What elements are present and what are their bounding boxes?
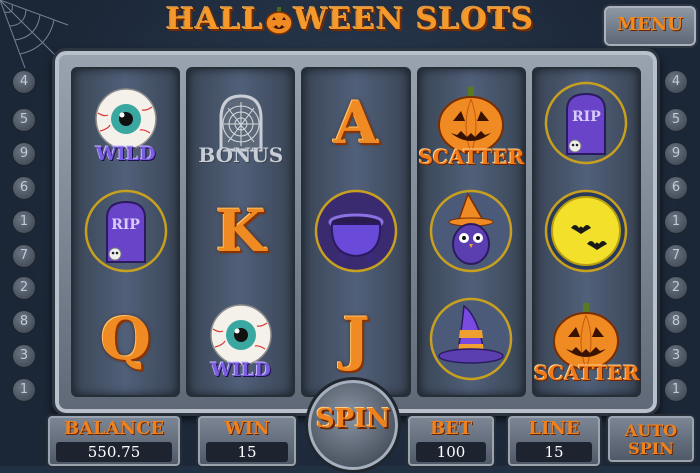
balance-value: 550.75 <box>56 442 172 462</box>
payline-number[interactable]: 5 <box>664 108 688 132</box>
spin-label: SPIN <box>315 404 391 434</box>
symbol-tombstone-rip: RIP <box>534 69 639 177</box>
payline-number[interactable]: 1 <box>12 210 36 234</box>
payline-number[interactable]: 5 <box>12 108 36 132</box>
payline-number[interactable]: 8 <box>664 310 688 334</box>
payline-number[interactable]: 6 <box>664 176 688 200</box>
title-part-2: WEEN SLOTS <box>293 2 534 37</box>
bonus-label: BONUS <box>198 143 284 167</box>
bet-label: BET <box>429 418 473 439</box>
reel-1: WILD RIP Q <box>71 67 181 397</box>
slot-machine-frame: WILD RIP Q BONUS K WILD A J SCATTER RIP … <box>52 48 660 416</box>
symbol-witch-owl <box>419 177 524 285</box>
symbol-moon-bats <box>534 177 639 285</box>
pumpkin-o-icon <box>265 7 293 35</box>
letter-q: Q <box>100 305 151 373</box>
win-label: WIN <box>224 418 270 439</box>
payline-number[interactable]: 9 <box>664 142 688 166</box>
symbol-tombstone-rip: RIP <box>73 177 178 285</box>
scatter-label: SCATTER <box>418 145 525 169</box>
symbol-pumpkin-scatter: SCATTER <box>533 285 640 393</box>
line-label: LINE <box>528 418 580 439</box>
win-value: 15 <box>206 442 288 462</box>
symbol-letter-a: A <box>303 69 408 177</box>
balance-label: BALANCE <box>63 418 165 439</box>
letter-j: J <box>342 305 370 373</box>
reel-4: SCATTER <box>416 67 526 397</box>
scatter-label: SCATTER <box>533 361 640 385</box>
auto-spin-button[interactable]: AUTO SPIN <box>606 414 696 464</box>
symbol-letter-k: K <box>188 177 293 285</box>
rip-label: RIP <box>572 109 601 125</box>
payline-number[interactable]: 3 <box>12 344 36 368</box>
reel-3: A J <box>301 67 411 397</box>
wild-label: WILD <box>210 359 271 381</box>
line-value: 15 <box>516 442 592 462</box>
symbol-pumpkin-scatter: SCATTER <box>419 69 524 177</box>
payline-number[interactable]: 1 <box>664 378 688 402</box>
reel-5: RIP SCATTER <box>531 67 642 397</box>
letter-a: A <box>333 89 379 157</box>
symbol-eyeball-wild: WILD <box>73 69 178 177</box>
auto-label-line-2: SPIN <box>628 439 674 458</box>
symbol-cobweb-bonus: BONUS <box>188 69 293 177</box>
letter-k: K <box>215 197 267 265</box>
payline-number[interactable]: 1 <box>12 378 36 402</box>
symbol-witch-hat <box>419 285 524 393</box>
game-title: HALL WEEN SLOTS <box>0 2 700 37</box>
wild-label: WILD <box>95 143 156 165</box>
balance-panel: BALANCE 550.75 <box>46 414 182 468</box>
payline-number[interactable]: 8 <box>12 310 36 334</box>
payline-number[interactable]: 9 <box>12 142 36 166</box>
payline-number[interactable]: 2 <box>12 276 36 300</box>
moon-bats-icon <box>545 189 628 273</box>
menu-button[interactable]: MENU <box>602 4 698 48</box>
payline-number[interactable]: 6 <box>12 176 36 200</box>
line-panel[interactable]: LINE 15 <box>506 414 602 468</box>
win-panel: WIN 15 <box>196 414 298 468</box>
reel-2: BONUS K WILD <box>186 67 296 397</box>
rip-label: RIP <box>111 217 140 233</box>
witch-hat-icon <box>429 297 513 381</box>
payline-number[interactable]: 7 <box>664 244 688 268</box>
bet-panel[interactable]: BET 100 <box>406 414 496 468</box>
payline-number[interactable]: 7 <box>12 244 36 268</box>
title-part-1: HALL <box>166 2 264 37</box>
payline-number[interactable]: 1 <box>664 210 688 234</box>
symbol-eyeball-wild: WILD <box>188 285 293 393</box>
witch-owl-icon <box>429 189 513 273</box>
symbol-cauldron <box>303 177 408 285</box>
cauldron-icon <box>314 189 398 273</box>
symbol-letter-q: Q <box>73 285 178 393</box>
payline-number[interactable]: 2 <box>664 276 688 300</box>
payline-number[interactable]: 4 <box>664 70 688 94</box>
reels: WILD RIP Q BONUS K WILD A J SCATTER RIP … <box>71 67 642 397</box>
auto-label-line-1: AUTO <box>624 421 678 440</box>
payline-number[interactable]: 4 <box>12 70 36 94</box>
spin-button[interactable]: SPIN <box>305 377 401 473</box>
bet-value: 100 <box>416 442 486 462</box>
payline-number[interactable]: 3 <box>664 344 688 368</box>
